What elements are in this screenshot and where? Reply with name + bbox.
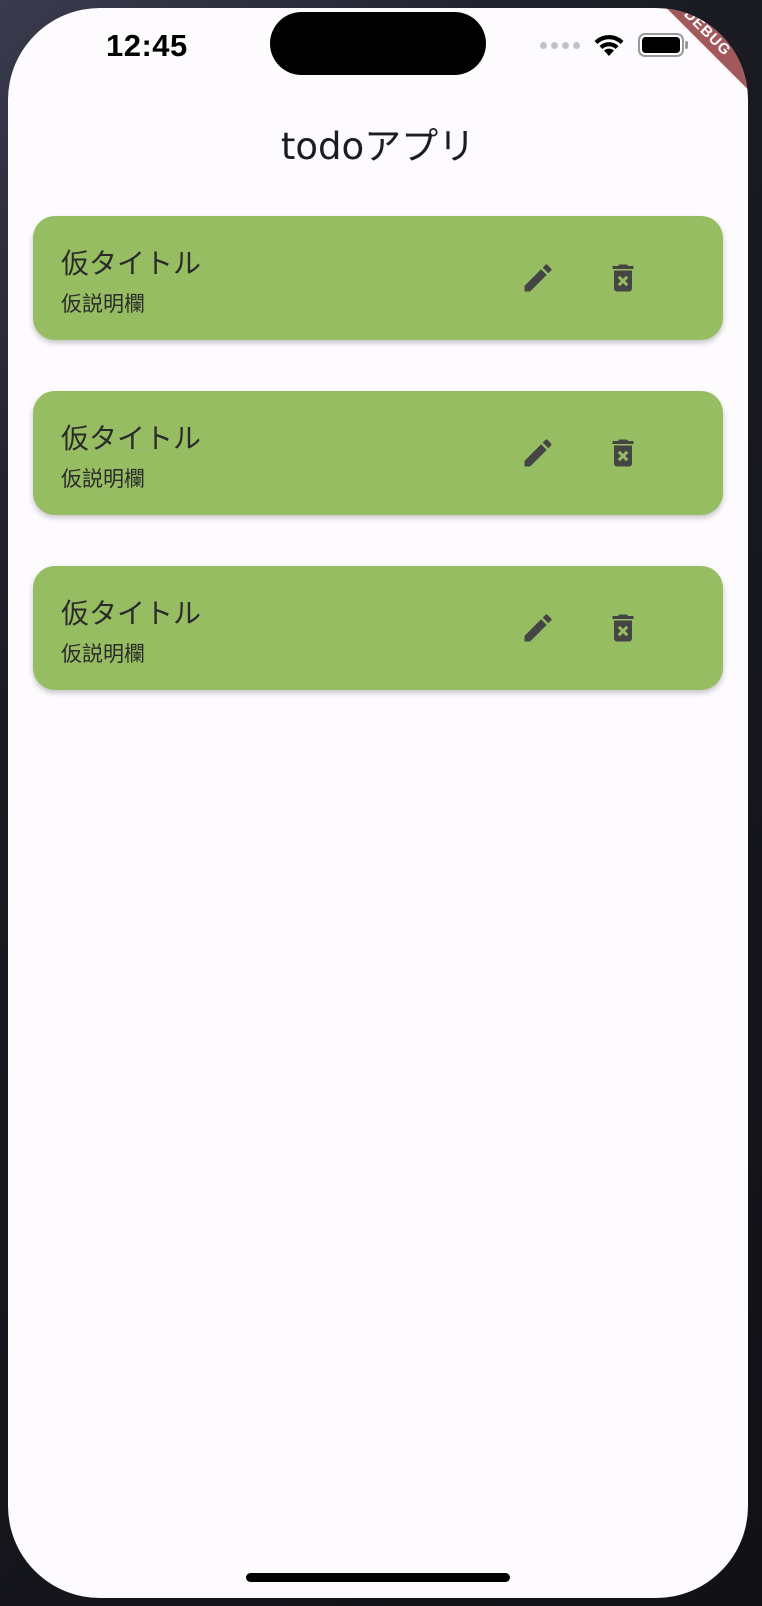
device-frame: 12:45 DEBUG todoアプリ 仮タイトル 仮説明欄 仮タイトル 仮説明…: [0, 0, 762, 1606]
trash-icon: [612, 614, 634, 642]
edit-button[interactable]: [514, 604, 562, 652]
edit-button[interactable]: [514, 429, 562, 477]
cellular-signal-icon: [540, 41, 580, 49]
pencil-icon: [524, 439, 552, 467]
status-bar: 12:45 DEBUG: [8, 8, 748, 101]
delete-button[interactable]: [599, 604, 647, 652]
edit-button[interactable]: [514, 254, 562, 302]
todo-description: 仮説明欄: [61, 642, 145, 666]
status-time: 12:45: [106, 28, 188, 63]
dynamic-island: [270, 12, 486, 75]
wifi-icon: [594, 34, 624, 56]
todo-title: 仮タイトル: [61, 247, 202, 280]
todo-card[interactable]: 仮タイトル 仮説明欄: [33, 566, 723, 690]
battery-icon: [638, 33, 688, 57]
todo-description: 仮説明欄: [61, 467, 145, 491]
todo-title: 仮タイトル: [61, 597, 202, 630]
trash-icon: [612, 439, 634, 467]
todo-card[interactable]: 仮タイトル 仮説明欄: [33, 391, 723, 515]
todo-description: 仮説明欄: [61, 292, 145, 316]
app-screen: 12:45 DEBUG todoアプリ 仮タイトル 仮説明欄 仮タイトル 仮説明…: [8, 8, 748, 1598]
trash-icon: [612, 264, 634, 292]
home-indicator[interactable]: [246, 1573, 510, 1582]
todo-list: 仮タイトル 仮説明欄 仮タイトル 仮説明欄 仮タイトル 仮説明欄: [33, 216, 723, 741]
pencil-icon: [524, 614, 552, 642]
page-title: todoアプリ: [280, 125, 476, 168]
status-indicators: [540, 32, 690, 58]
delete-button[interactable]: [599, 254, 647, 302]
pencil-icon: [524, 264, 552, 292]
todo-card[interactable]: 仮タイトル 仮説明欄: [33, 216, 723, 340]
todo-title: 仮タイトル: [61, 422, 202, 455]
delete-button[interactable]: [599, 429, 647, 477]
